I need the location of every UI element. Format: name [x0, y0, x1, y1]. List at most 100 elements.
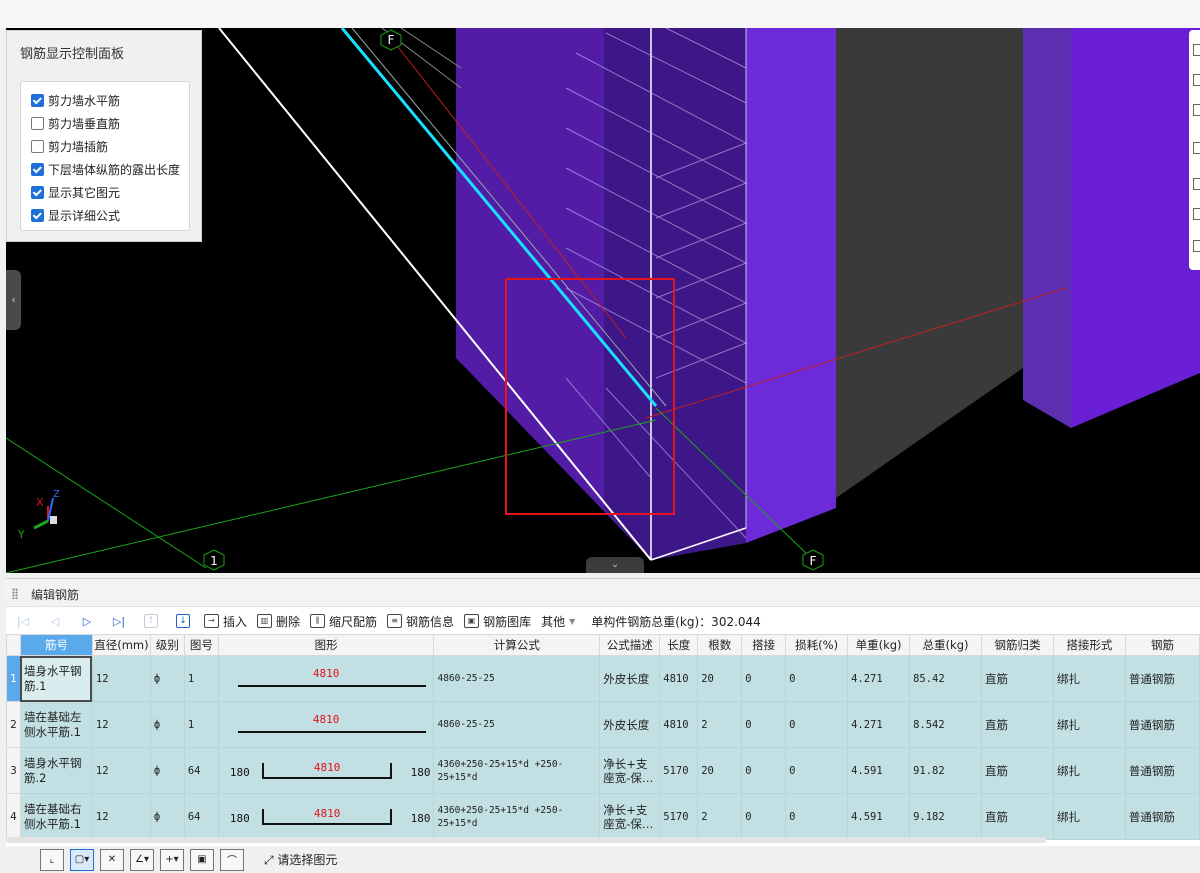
- option-shear-wall-vertical[interactable]: 剪力墙垂直筋: [31, 114, 120, 132]
- option-show-other-elements[interactable]: 显示其它图元: [31, 183, 120, 201]
- cell-name[interactable]: 墙身水平钢筋.1: [19, 655, 93, 702]
- cell-count[interactable]: 2: [697, 793, 743, 840]
- cell-unit-weight[interactable]: 4.271: [847, 701, 911, 748]
- column-header[interactable]: 筋号: [19, 634, 93, 656]
- last-record-icon[interactable]: ▷|: [108, 611, 130, 631]
- cell-length[interactable]: 5170: [659, 793, 699, 840]
- row-number[interactable]: 1: [6, 655, 21, 702]
- cell-figure-no[interactable]: 1: [183, 701, 219, 748]
- drag-grip-icon[interactable]: [12, 588, 18, 599]
- column-header[interactable]: 公式描述: [599, 634, 661, 656]
- column-header[interactable]: 钢筋归类: [981, 634, 1054, 656]
- rebar-library-button[interactable]: ▣ 钢筋图库: [464, 613, 531, 630]
- cell-lap[interactable]: 0: [741, 747, 787, 794]
- cell-figure-no[interactable]: 1: [183, 655, 219, 702]
- cell-shape[interactable]: 4810: [217, 655, 435, 702]
- cell-lap-type[interactable]: 绑扎: [1052, 655, 1126, 702]
- cell-category[interactable]: 直筋: [981, 793, 1054, 840]
- insert-button[interactable]: → 插入: [204, 613, 247, 630]
- rebar-info-button[interactable]: ≡ 钢筋信息: [387, 613, 454, 630]
- column-header[interactable]: 损耗(%): [785, 634, 849, 656]
- view-tool-icon[interactable]: [1193, 208, 1200, 220]
- cell-category[interactable]: 直筋: [981, 701, 1054, 748]
- cell-rebar-type[interactable]: 普通钢筋: [1124, 793, 1200, 840]
- next-record-icon[interactable]: ▷: [76, 611, 98, 631]
- cell-length[interactable]: 4810: [659, 655, 699, 702]
- horizontal-scrollbar[interactable]: [6, 837, 1046, 843]
- option-shear-wall-dowel[interactable]: 剪力墙插筋: [31, 137, 108, 155]
- cell-grade[interactable]: ф: [149, 655, 185, 702]
- cell-total-weight[interactable]: 9.182: [909, 793, 983, 840]
- option-shear-wall-horizontal[interactable]: 剪力墙水平筋: [31, 91, 120, 109]
- checkbox-unchecked[interactable]: [31, 139, 44, 153]
- cell-count[interactable]: 20: [697, 747, 743, 794]
- table-row[interactable]: 3 墙身水平钢筋.2 12 ф 64 180 4810 180 4360+250-2…: [6, 747, 1200, 794]
- cell-length[interactable]: 4810: [659, 701, 699, 748]
- rect-select-icon[interactable]: ▢▾: [70, 848, 94, 871]
- cell-grade[interactable]: ф: [149, 701, 185, 748]
- cell-shape[interactable]: 180 4810 180: [217, 747, 435, 794]
- cell-lap-type[interactable]: 绑扎: [1052, 793, 1126, 840]
- column-header[interactable]: 钢筋: [1124, 634, 1200, 656]
- cross-select-icon[interactable]: ✕: [100, 848, 124, 871]
- arc-icon[interactable]: ⌒: [220, 848, 244, 871]
- cell-formula-desc[interactable]: 外皮长度: [599, 701, 661, 748]
- delete-button[interactable]: ▥ 删除: [257, 613, 300, 630]
- cell-rebar-type[interactable]: 普通钢筋: [1124, 701, 1200, 748]
- column-header[interactable]: 根数: [697, 634, 743, 656]
- first-record-icon[interactable]: |◁: [12, 611, 34, 631]
- monitor-icon[interactable]: ▣: [190, 848, 214, 871]
- cell-lap-type[interactable]: 绑扎: [1052, 747, 1126, 794]
- cell-diameter[interactable]: 12: [91, 701, 151, 748]
- angle-icon[interactable]: ∠▾: [130, 848, 154, 871]
- other-dropdown[interactable]: 其他 ▼: [541, 613, 575, 630]
- cell-shape[interactable]: 180 4810 180: [217, 793, 435, 840]
- cell-loss[interactable]: 0: [785, 701, 849, 748]
- cell-unit-weight[interactable]: 4.271: [847, 655, 911, 702]
- view-tool-icon[interactable]: [1193, 142, 1200, 154]
- checkbox-checked[interactable]: [31, 208, 44, 222]
- prev-record-icon[interactable]: ◁: [44, 611, 66, 631]
- column-header[interactable]: 图形: [217, 634, 435, 656]
- cell-name[interactable]: 墙在基础左侧水平筋.1: [19, 701, 93, 748]
- cell-lap[interactable]: 0: [741, 701, 787, 748]
- column-header[interactable]: 总重(kg): [909, 634, 983, 656]
- cell-figure-no[interactable]: 64: [183, 747, 219, 794]
- cell-lap[interactable]: 0: [741, 793, 787, 840]
- cell-count[interactable]: 2: [697, 701, 743, 748]
- cell-formula[interactable]: 4860-25-25: [433, 655, 601, 702]
- checkbox-unchecked[interactable]: [31, 116, 44, 130]
- view-tool-icon[interactable]: [1193, 44, 1200, 56]
- cell-lap-type[interactable]: 绑扎: [1052, 701, 1126, 748]
- checkbox-checked[interactable]: [31, 93, 44, 107]
- cell-category[interactable]: 直筋: [981, 655, 1054, 702]
- row-number[interactable]: 4: [6, 793, 21, 840]
- cell-loss[interactable]: 0: [785, 655, 849, 702]
- cell-shape[interactable]: 4810: [217, 701, 435, 748]
- scale-rebar-button[interactable]: ⫼ 缩尺配筋: [310, 613, 377, 630]
- cell-grade[interactable]: ф: [149, 747, 185, 794]
- column-header[interactable]: 直径(mm): [91, 634, 151, 656]
- cell-figure-no[interactable]: 64: [183, 793, 219, 840]
- cell-name[interactable]: 墙在基础右侧水平筋.1: [19, 793, 93, 840]
- cell-loss[interactable]: 0: [785, 747, 849, 794]
- column-header[interactable]: 搭接: [741, 634, 787, 656]
- view-tool-icon[interactable]: [1193, 104, 1200, 116]
- view-tool-icon[interactable]: [1193, 240, 1200, 252]
- cell-unit-weight[interactable]: 4.591: [847, 793, 911, 840]
- column-header[interactable]: 搭接形式: [1052, 634, 1126, 656]
- cell-count[interactable]: 20: [697, 655, 743, 702]
- column-header[interactable]: 单重(kg): [847, 634, 911, 656]
- cell-grade[interactable]: ф: [149, 793, 185, 840]
- row-number[interactable]: 3: [6, 747, 21, 794]
- column-header[interactable]: 长度: [659, 634, 699, 656]
- offset-icon[interactable]: +▾: [160, 848, 184, 871]
- collapse-left-handle[interactable]: ‹: [6, 270, 21, 330]
- cell-total-weight[interactable]: 8.542: [909, 701, 983, 748]
- move-down-icon[interactable]: ↓: [176, 614, 190, 628]
- table-row[interactable]: 1 墙身水平钢筋.1 12 ф 1 4810 4860-25-25 外皮长度 4…: [6, 655, 1200, 702]
- cell-name[interactable]: 墙身水平钢筋.2: [19, 747, 93, 794]
- move-up-icon[interactable]: ↑: [144, 614, 158, 628]
- cell-rebar-type[interactable]: 普通钢筋: [1124, 655, 1200, 702]
- cell-formula[interactable]: 4860-25-25: [433, 701, 601, 748]
